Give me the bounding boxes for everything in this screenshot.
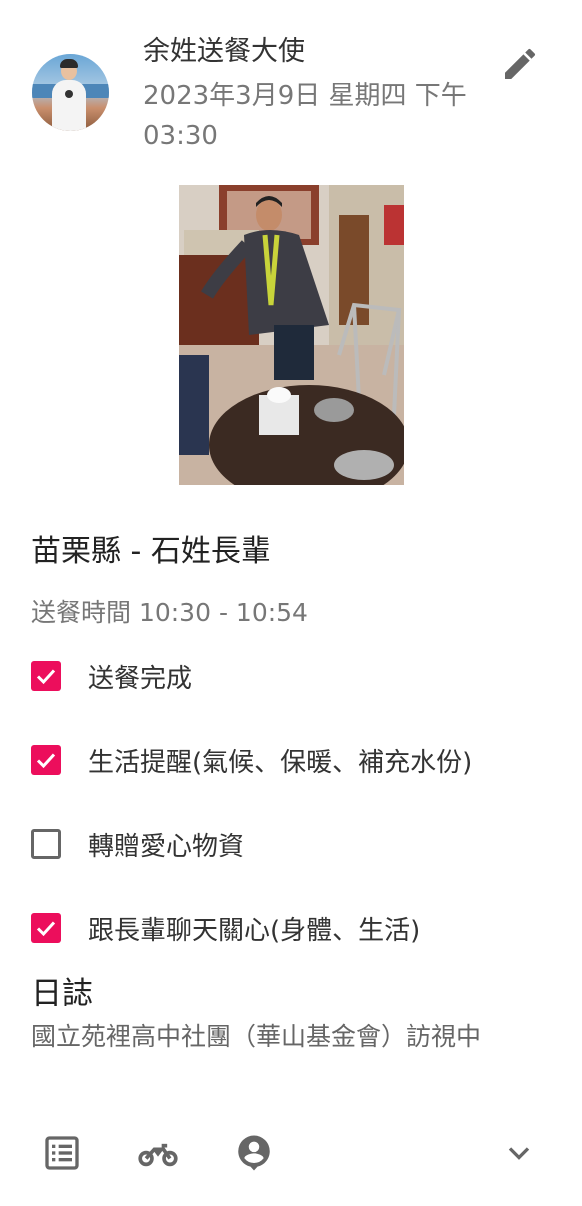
check-icon [36,669,56,685]
checklist-label: 跟長輩聊天關心(身體、生活) [88,915,421,946]
checklist-item-chat-care[interactable]: 跟長輩聊天關心(身體、生活) [31,908,420,948]
person-pin-icon [238,1135,270,1171]
checkbox-checked[interactable] [31,913,61,943]
check-icon [36,753,56,769]
delivery-button[interactable] [135,1130,181,1176]
edit-button[interactable] [496,40,544,88]
checklist-label: 轉贈愛心物資 [88,831,245,862]
post-photo[interactable] [179,185,404,485]
recipient-title: 苗栗縣 - 石姓長輩 [31,534,271,569]
profile-button[interactable] [231,1130,277,1176]
log-text: 國立苑裡高中社團（華山基金會）訪視中 [31,1022,482,1051]
list-button[interactable] [39,1130,85,1176]
checklist-item-life-reminder[interactable]: 生活提醒(氣候、保暖、補充水份) [31,740,472,780]
chevron-down-icon [508,1147,530,1160]
pencil-icon [505,48,536,79]
log-heading: 日誌 [31,976,93,1012]
avatar[interactable] [32,54,109,131]
check-icon [36,921,56,937]
delivery-time: 送餐時間 10:30 - 10:54 [31,598,308,627]
checklist-item-delivery-done[interactable]: 送餐完成 [31,656,192,696]
post-card: 余姓送餐大使 2023年3月9日 星期四 下午03:30 苗栗縣 - 石姓長輩 … [0,0,582,1206]
checklist-label: 送餐完成 [88,663,193,694]
expand-button[interactable] [496,1130,542,1176]
checkbox-checked[interactable] [31,661,61,691]
post-datetime: 2023年3月9日 星期四 下午03:30 [143,81,467,151]
motorcycle-icon [138,1143,178,1167]
author-name: 余姓送餐大使 [143,36,305,67]
checkbox-checked[interactable] [31,745,61,775]
checkbox-unchecked[interactable] [31,829,61,859]
checklist-item-donation[interactable]: 轉贈愛心物資 [31,824,244,864]
checklist-label: 生活提醒(氣候、保暖、補充水份) [88,747,473,778]
list-icon [45,1136,79,1170]
